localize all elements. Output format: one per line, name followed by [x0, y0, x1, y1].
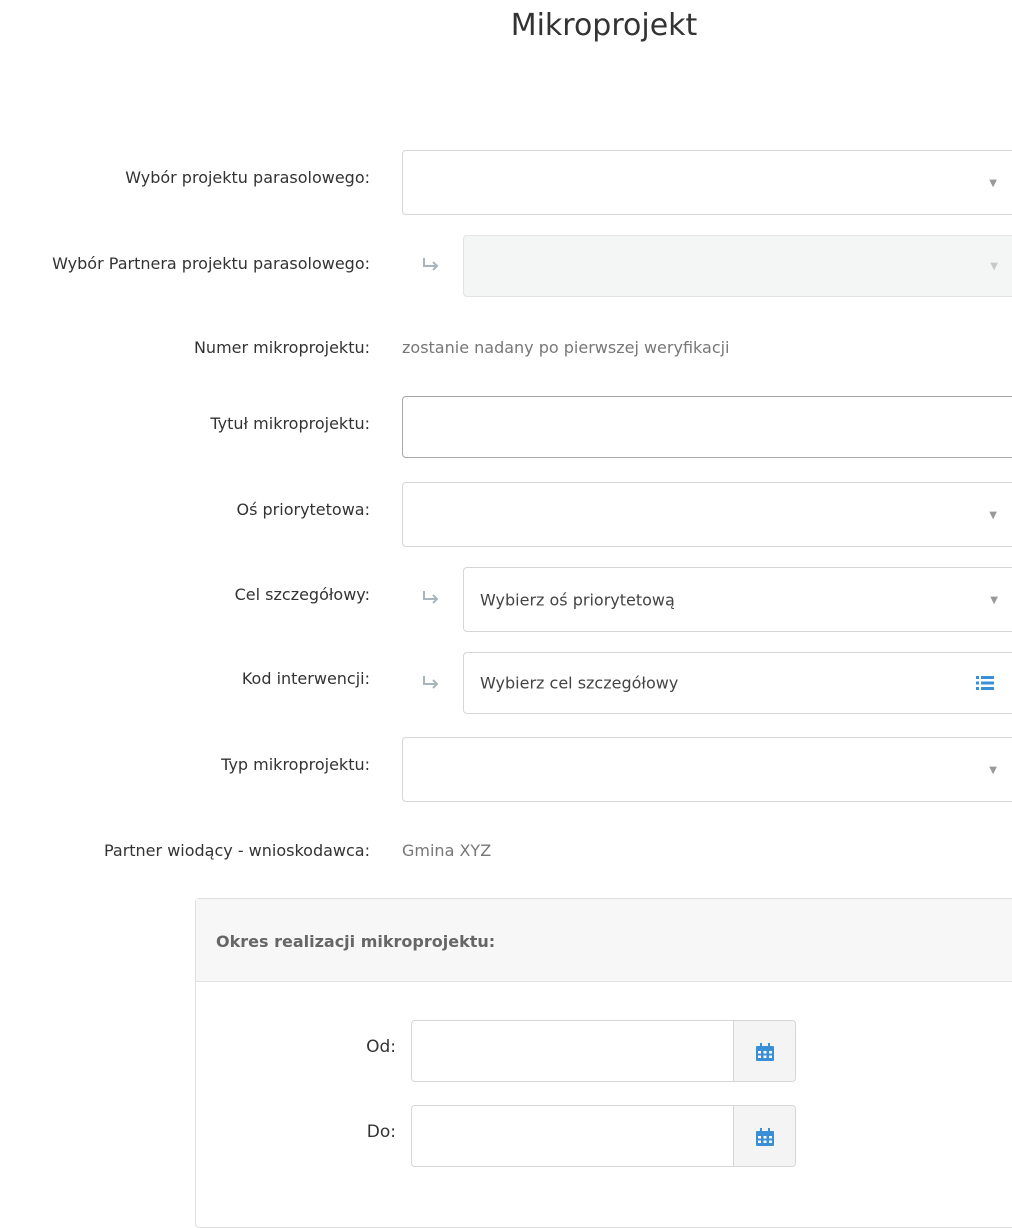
caret-down-icon: ▼ — [990, 594, 998, 606]
caret-down-icon: ▼ — [990, 261, 998, 273]
sub-arrow-icon — [423, 591, 439, 604]
lead-partner-label: Partner wiodący - wnioskodawca: — [103, 841, 370, 860]
specific-goal-select[interactable]: Wybierz oś priorytetową ▼ — [463, 567, 1012, 632]
page-title: Mikroprojekt — [510, 8, 698, 43]
calendar-icon — [756, 1043, 774, 1061]
micro-title-input[interactable] — [402, 396, 1012, 458]
caret-down-icon: ▼ — [989, 509, 997, 521]
caret-down-icon: ▼ — [989, 177, 997, 189]
umbrella-project-select[interactable]: ▼ — [402, 150, 1012, 215]
date-to-calendar-button[interactable] — [733, 1106, 795, 1166]
list-icon[interactable] — [976, 676, 994, 690]
sub-arrow-icon — [423, 676, 439, 689]
micro-type-label: Typ mikroprojektu: — [221, 755, 370, 774]
micro-number-label: Numer mikroprojektu: — [193, 338, 370, 357]
intervention-code-value: Wybierz cel szczegółowy — [480, 673, 679, 693]
micro-type-select[interactable]: ▼ — [402, 737, 1012, 802]
specific-goal-label: Cel szczegółowy: — [234, 585, 370, 604]
umbrella-project-label: Wybór projektu parasolowego: — [125, 168, 370, 187]
intervention-code-picker[interactable]: Wybierz cel szczegółowy — [463, 652, 1012, 714]
priority-axis-label: Oś priorytetowa: — [236, 500, 371, 519]
intervention-code-label: Kod interwencji: — [241, 669, 370, 688]
specific-goal-value: Wybierz oś priorytetową — [480, 590, 675, 609]
date-to-input[interactable] — [411, 1105, 796, 1167]
date-from-label: Od: — [366, 1037, 396, 1057]
realization-period-panel: Okres realizacji mikroprojektu: Od: Do: — [195, 898, 1012, 1228]
panel-title: Okres realizacji mikroprojektu: — [216, 932, 496, 951]
calendar-icon — [756, 1128, 774, 1146]
sub-arrow-icon — [423, 258, 439, 271]
date-to-label: Do: — [366, 1122, 396, 1142]
micro-number-value: zostanie nadany po pierwszej weryfikacji — [402, 338, 730, 357]
priority-axis-select[interactable]: ▼ — [402, 482, 1012, 547]
umbrella-partner-label: Wybór Partnera projektu parasolowego: — [52, 254, 370, 273]
date-from-calendar-button[interactable] — [733, 1021, 795, 1081]
umbrella-partner-select[interactable]: ▼ — [463, 235, 1012, 297]
date-from-input[interactable] — [411, 1020, 796, 1082]
lead-partner-value: Gmina XYZ — [402, 841, 492, 860]
panel-header: Okres realizacji mikroprojektu: — [196, 899, 1012, 982]
caret-down-icon: ▼ — [989, 764, 997, 776]
micro-title-label: Tytuł mikroprojektu: — [210, 414, 370, 433]
